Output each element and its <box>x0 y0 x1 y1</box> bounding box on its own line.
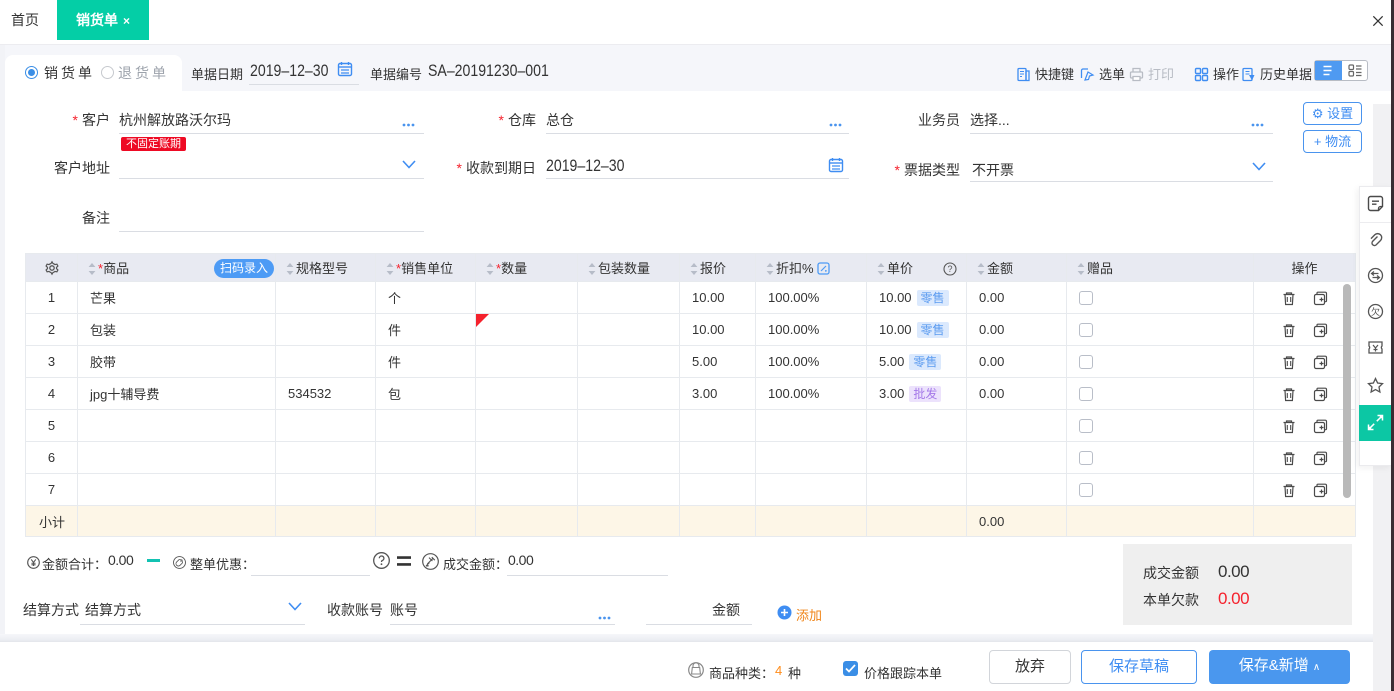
svg-text:?: ? <box>947 264 952 274</box>
svg-text:欠: 欠 <box>1371 306 1380 317</box>
